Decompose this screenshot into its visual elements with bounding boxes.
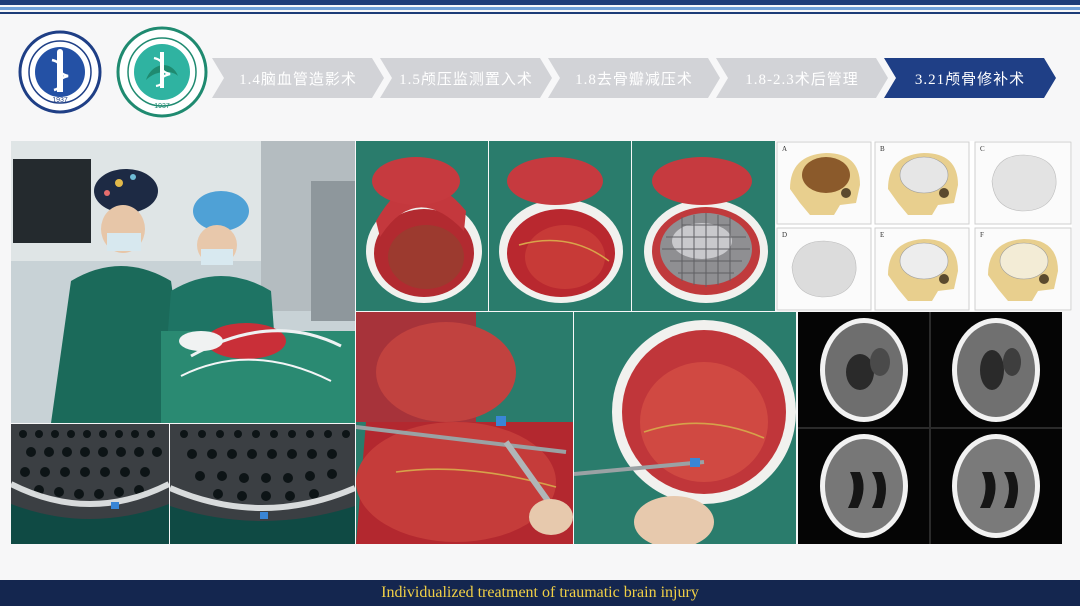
surgery-photo-dura [489, 141, 631, 311]
top-stripe-accent [0, 7, 1080, 10]
ct-scan-panel [798, 312, 1062, 544]
logo-year: 1937 [154, 103, 170, 110]
university-logo: 1937 [18, 30, 102, 114]
breadcrumb: 1.4脑血管造影术 1.5颅压监测置入术 1.8去骨瓣减压术 1.8-2.3术后… [212, 58, 1067, 98]
surgery-photo-temporal-muscle [574, 312, 796, 544]
surgery-photo-exposure [356, 141, 488, 311]
titanium-mesh-photo-1 [11, 424, 169, 544]
breadcrumb-label: 3.21颅骨修补术 [914, 71, 1026, 88]
breadcrumb-label: 1.4脑血管造影术 [239, 71, 357, 88]
breadcrumb-step-2[interactable]: 1.5颅压监测置入术 [380, 58, 552, 98]
top-stripe [0, 0, 1080, 5]
logo-year: 1937 [52, 97, 68, 104]
schematic-label-f: F [980, 231, 984, 239]
hospital-logo: 1937 [116, 26, 208, 118]
schematic-label-d: D [782, 231, 787, 239]
breadcrumb-step-3[interactable]: 1.8去骨瓣减压术 [548, 58, 720, 98]
schematic-label-b: B [880, 145, 885, 153]
top-stripe-thin [0, 12, 1080, 14]
schematic-label-e: E [880, 231, 884, 239]
footer-caption: Individualized treatment of traumatic br… [381, 584, 699, 601]
operating-room-photo [11, 141, 355, 423]
breadcrumb-label: 1.8去骨瓣减压术 [575, 71, 693, 88]
breadcrumb-step-1[interactable]: 1.4脑血管造影术 [212, 58, 384, 98]
surgery-photo-dissection [356, 312, 573, 544]
schematic-label-c: C [980, 145, 985, 153]
cranioplasty-schematic-panel: A B C D E F [776, 141, 1072, 311]
schematic-label-a: A [782, 145, 787, 153]
surgery-photo-mesh-implant [632, 141, 775, 311]
breadcrumb-label: 1.8-2.3术后管理 [745, 71, 859, 88]
footer-caption-bar: Individualized treatment of traumatic br… [0, 580, 1080, 606]
breadcrumb-step-4[interactable]: 1.8-2.3术后管理 [716, 58, 888, 98]
breadcrumb-label: 1.5颅压监测置入术 [399, 71, 533, 88]
breadcrumb-step-5-active[interactable]: 3.21颅骨修补术 [884, 58, 1056, 98]
titanium-mesh-photo-2 [170, 424, 355, 544]
